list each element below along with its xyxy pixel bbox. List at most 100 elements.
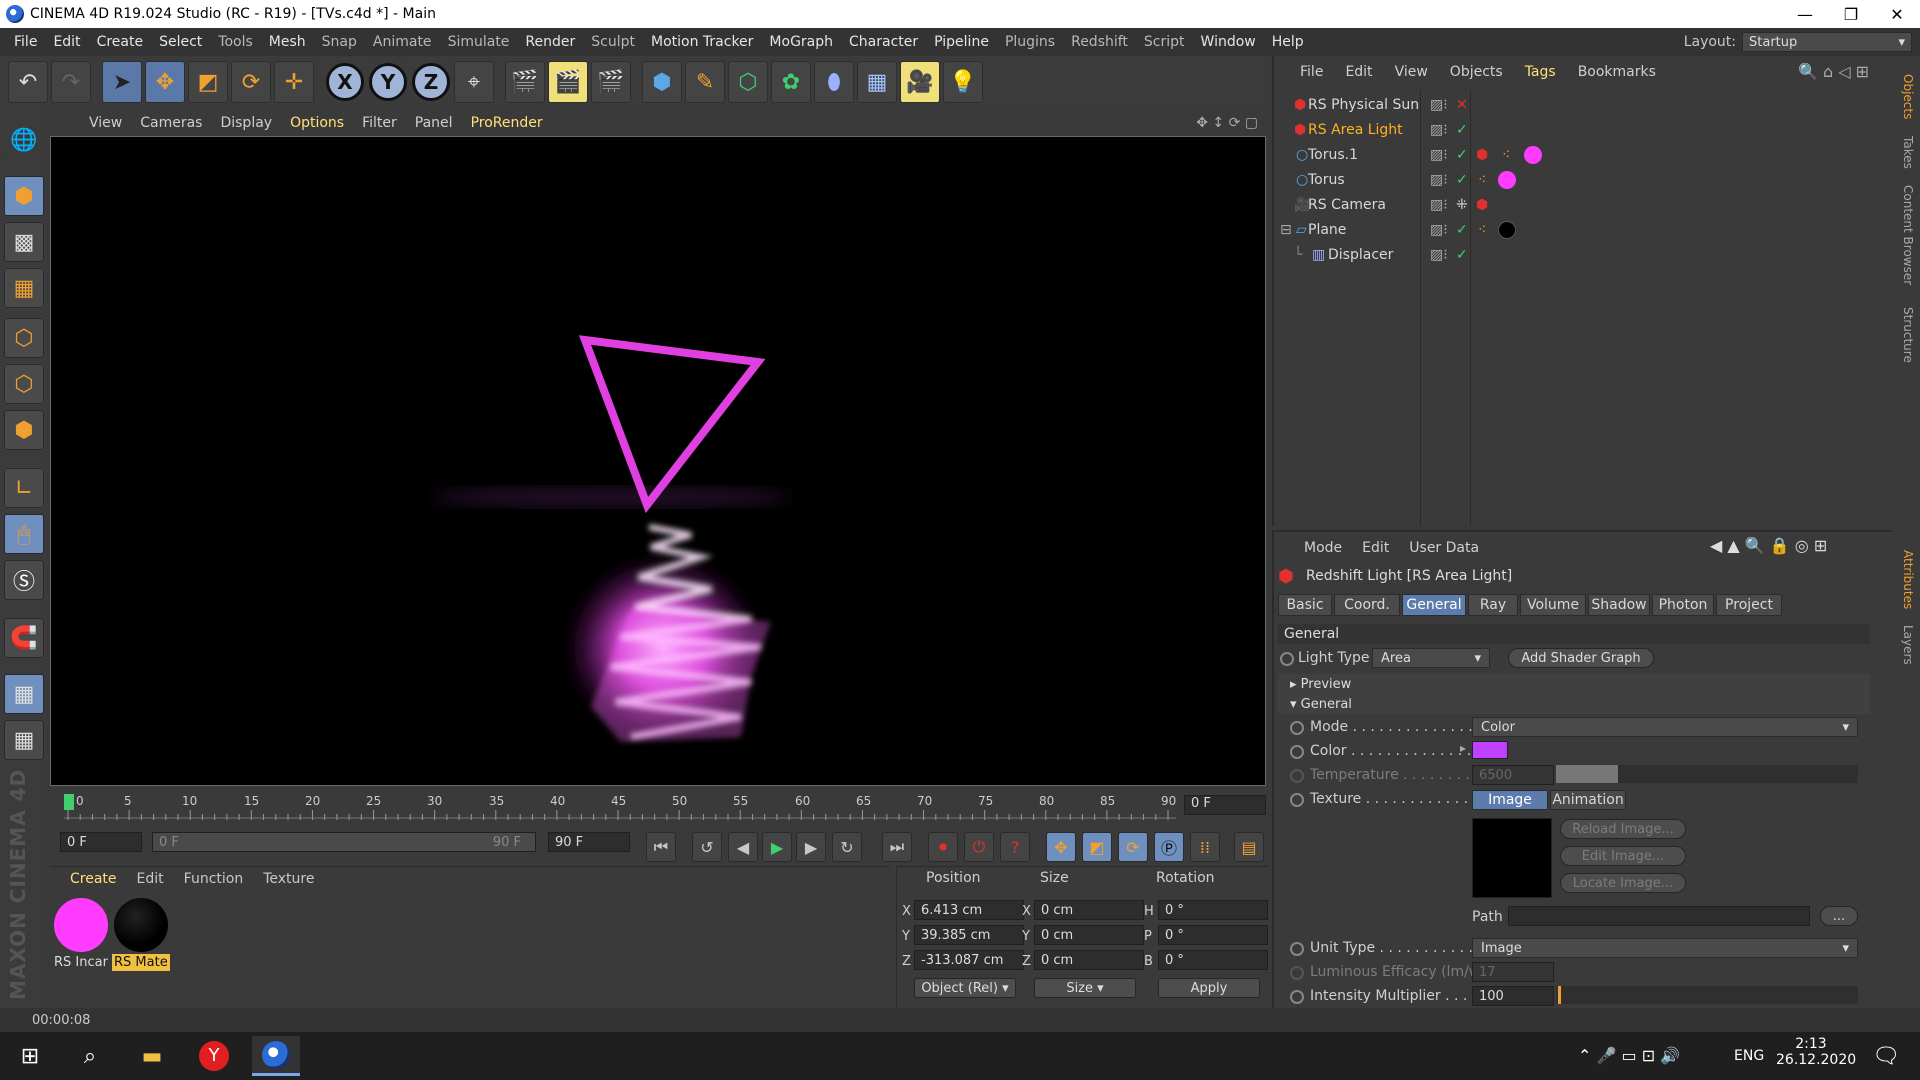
material-menu-texture[interactable]: Texture — [263, 871, 314, 887]
select-tool-button[interactable]: ➤ — [102, 61, 142, 103]
redo-button[interactable]: ↷ — [51, 61, 91, 103]
visibility-icon[interactable]: ▨⁝ — [1430, 172, 1448, 188]
restore-button[interactable]: ❐ — [1828, 0, 1874, 28]
am-menu-user-data[interactable]: User Data — [1409, 540, 1479, 556]
om-toolbar-icons[interactable]: 🔍 ⌂ ◁ ⊞ — [1798, 62, 1869, 81]
coordinate-system-button[interactable]: ⌖ — [454, 61, 494, 103]
menu-select[interactable]: Select — [153, 34, 212, 50]
layout-select[interactable]: Startup ▾ — [1742, 32, 1912, 52]
viewport-menu-cameras[interactable]: Cameras — [131, 115, 211, 131]
rotation-p-field[interactable]: 0 ° — [1158, 925, 1268, 945]
undo-button[interactable]: ↶ — [8, 61, 48, 103]
collapse-icon[interactable]: ⊟ — [1280, 222, 1292, 238]
material-tag-icon[interactable] — [1498, 170, 1516, 189]
menu-animate[interactable]: Animate — [367, 34, 442, 50]
prev-key-button[interactable]: ↺ — [692, 832, 722, 862]
enabled-check-icon[interactable]: ✓ — [1456, 122, 1468, 138]
menu-plugins[interactable]: Plugins — [999, 34, 1065, 50]
position-y-field[interactable]: 39.385 cm — [914, 925, 1024, 945]
enabled-check-icon[interactable]: ✓ — [1456, 147, 1468, 163]
floor-button[interactable]: ▦ — [857, 61, 897, 103]
menu-mograph[interactable]: MoGraph — [763, 34, 843, 50]
position-x-field[interactable]: 6.413 cm — [914, 900, 1024, 920]
coords-mode-dropdown[interactable]: Object (Rel) ▾ — [914, 978, 1016, 998]
om-menu-file[interactable]: File — [1300, 64, 1323, 80]
tab-ray[interactable]: Ray — [1468, 594, 1518, 616]
key-pla-button[interactable]: ⁞⁞ — [1190, 832, 1220, 862]
apply-button[interactable]: Apply — [1158, 978, 1260, 998]
visibility-icon[interactable]: ▨⁝ — [1430, 122, 1448, 138]
material-menu-edit[interactable]: Edit — [137, 871, 164, 887]
deformer-button[interactable]: ⬮ — [814, 61, 854, 103]
key-position-button[interactable]: ✥ — [1046, 832, 1076, 862]
workplane-lock-button[interactable]: ▦ — [4, 674, 44, 714]
play-button[interactable]: ▶ — [762, 832, 792, 862]
om-menu-bookmarks[interactable]: Bookmarks — [1578, 64, 1656, 80]
temperature-radio[interactable] — [1290, 769, 1304, 783]
edit-image-button[interactable]: Edit Image... — [1560, 846, 1686, 866]
axis-mode-button[interactable]: ∟ — [4, 468, 44, 508]
intensity-slider[interactable] — [1556, 986, 1858, 1004]
general-group[interactable]: ▾ General — [1278, 694, 1870, 714]
side-tab-content-browser[interactable]: Content Browser — [1896, 180, 1920, 290]
tweak-mode-button[interactable]: 🖱 — [4, 514, 44, 554]
menu-file[interactable]: File — [8, 34, 47, 50]
side-tab-layers[interactable]: Layers — [1896, 620, 1920, 670]
points-mode-button[interactable]: ⬡ — [4, 318, 44, 358]
tab-volume[interactable]: Volume — [1520, 594, 1586, 616]
prev-frame-button[interactable]: ◀ — [728, 832, 758, 862]
side-tab-structure[interactable]: Structure — [1896, 300, 1920, 370]
range-slider[interactable]: 0 F 90 F — [152, 832, 536, 852]
viewport-menu-filter[interactable]: Filter — [353, 115, 406, 131]
rotate-tool-button[interactable]: ⟳ — [231, 61, 271, 103]
object-row-rs-area-light[interactable]: ⬢ RS Area Light ▨⁝ ✓ — [1280, 117, 1890, 142]
material-tag-icon[interactable] — [1498, 220, 1516, 239]
next-frame-button[interactable]: ▶ — [796, 832, 826, 862]
key-rotation-button[interactable]: ⟳ — [1118, 832, 1148, 862]
visibility-icon[interactable]: ▨⁝ — [1430, 247, 1448, 263]
rotation-h-field[interactable]: 0 ° — [1158, 900, 1268, 920]
edges-mode-button[interactable]: ⬡ — [4, 364, 44, 404]
close-button[interactable]: ✕ — [1874, 0, 1920, 28]
tab-project[interactable]: Project — [1716, 594, 1782, 616]
tab-shadow[interactable]: Shadow — [1588, 594, 1650, 616]
material-menu-function[interactable]: Function — [184, 871, 244, 887]
om-menu-objects[interactable]: Objects — [1450, 64, 1503, 80]
key-parameter-button[interactable]: Ⓟ — [1154, 832, 1184, 862]
object-row-rs-physical-sun[interactable]: ⬢ RS Physical Sun ▨⁝ ✕ — [1280, 92, 1890, 117]
viewport-menu-display[interactable]: Display — [211, 115, 281, 131]
taskbar-file-explorer[interactable]: ▬ — [128, 1036, 176, 1076]
menu-redshift[interactable]: Redshift — [1065, 34, 1138, 50]
object-row-torus-1[interactable]: ○ Torus.1 ▨⁝ ✓ ⬢ ⁖ — [1280, 142, 1890, 167]
size-z-field[interactable]: 0 cm — [1034, 950, 1144, 970]
object-row-plane[interactable]: ⊟ ▱ Plane ▨⁝ ✓ ⁖ — [1280, 217, 1890, 242]
keyframe-selection-button[interactable]: ? — [1000, 832, 1030, 862]
om-menu-view[interactable]: View — [1395, 64, 1428, 80]
timeline-window-button[interactable]: ▤ — [1234, 832, 1264, 862]
quantize-button[interactable]: ▦ — [4, 720, 44, 760]
side-tab-takes[interactable]: Takes — [1896, 132, 1920, 172]
key-scale-button[interactable]: ◩ — [1082, 832, 1112, 862]
make-editable-button[interactable]: 🌐 — [4, 120, 44, 160]
add-shader-graph-button[interactable]: Add Shader Graph — [1508, 648, 1654, 668]
start-button[interactable]: ⊞ — [6, 1036, 54, 1076]
render-view-button[interactable]: 🎬 — [505, 61, 545, 103]
om-menu-edit[interactable]: Edit — [1345, 64, 1372, 80]
enabled-check-icon[interactable]: ✓ — [1456, 222, 1468, 238]
menu-sculpt[interactable]: Sculpt — [585, 34, 645, 50]
record-button[interactable]: ⏺ — [928, 832, 958, 862]
tab-basic[interactable]: Basic — [1278, 594, 1332, 616]
taskbar-cinema4d[interactable] — [252, 1036, 300, 1076]
object-row-rs-camera[interactable]: 🎥 RS Camera ▨⁝ ⁜ ⬢ — [1280, 192, 1890, 217]
am-menu-edit[interactable]: Edit — [1362, 540, 1389, 556]
rs-object-tag-icon[interactable]: ⬢ — [1476, 147, 1488, 163]
texture-tab-image[interactable]: Image — [1472, 790, 1548, 810]
object-row-torus[interactable]: ○ Torus ▨⁝ ✓ ⁖ — [1280, 167, 1890, 192]
polygons-mode-button[interactable]: ⬢ — [4, 410, 44, 450]
position-z-field[interactable]: -313.087 cm — [914, 950, 1024, 970]
visibility-icon[interactable]: ▨⁝ — [1430, 197, 1448, 213]
viewport-menu-view[interactable]: View — [80, 115, 131, 131]
tab-photon[interactable]: Photon — [1652, 594, 1714, 616]
enabled-check-icon[interactable]: ✓ — [1456, 172, 1468, 188]
autokey-button[interactable]: ⏻ — [964, 832, 994, 862]
